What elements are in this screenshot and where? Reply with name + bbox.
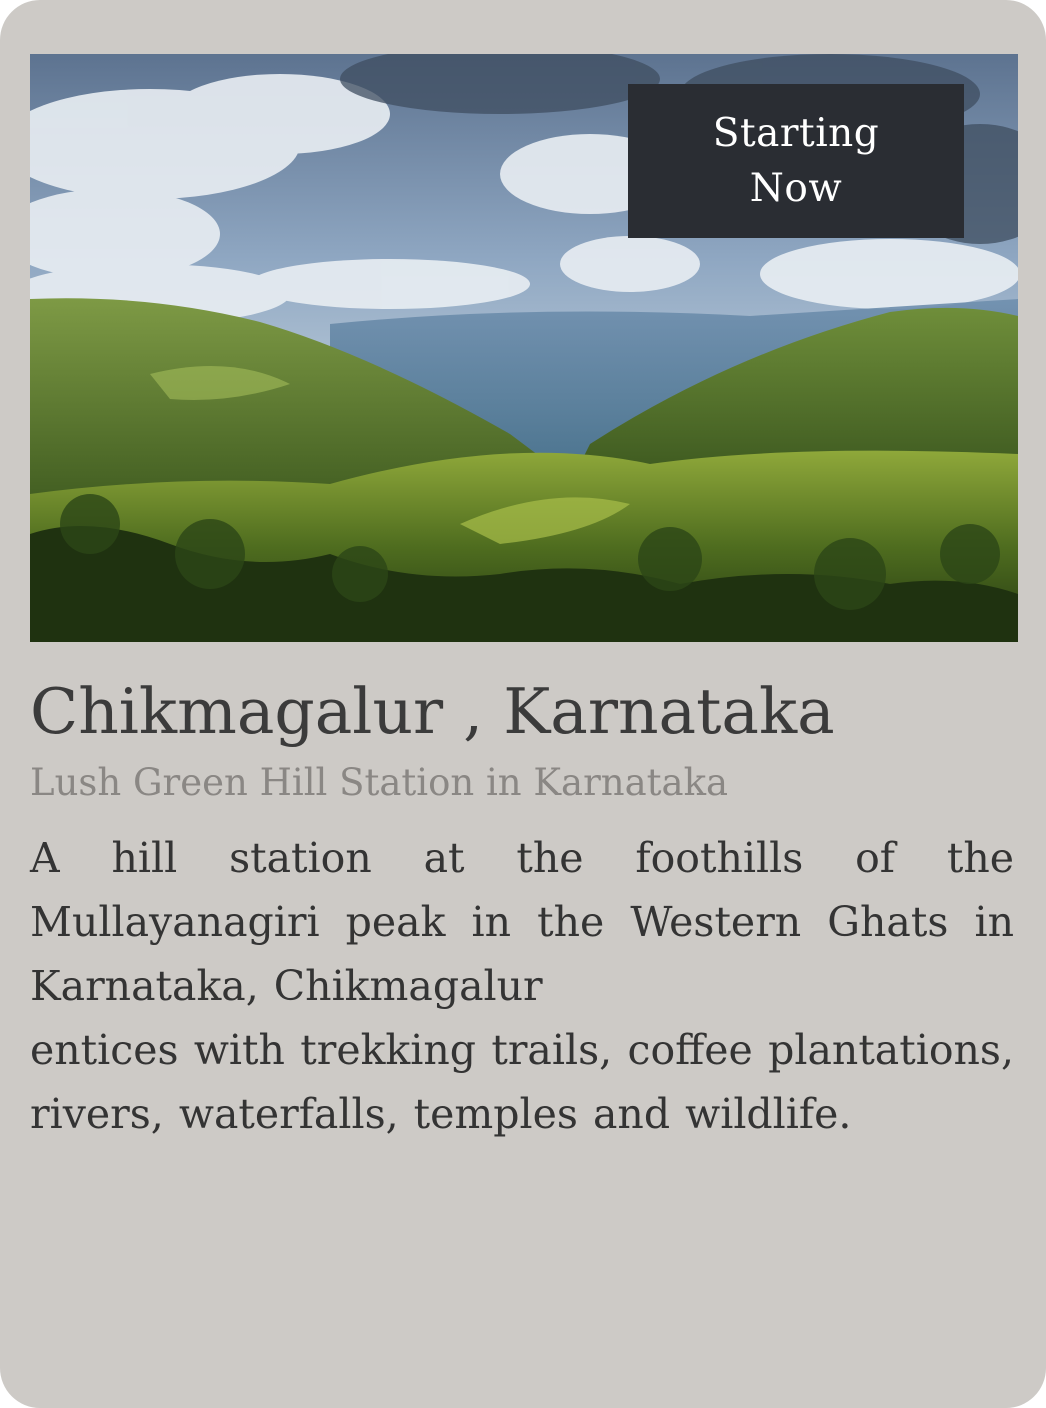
description-line-2: entices with trekking trails, coffee pla…: [30, 1026, 1014, 1138]
starting-now-badge: Starting Now: [628, 84, 964, 238]
destination-title: Chikmagalur , Karnataka: [30, 675, 835, 748]
destination-description: A hill station at the foothills of the M…: [30, 826, 1014, 1146]
destination-subtitle: Lush Green Hill Station in Karnataka: [30, 761, 729, 804]
badge-label: Starting Now: [712, 110, 880, 211]
description-line-1: A hill station at the foothills of the M…: [30, 834, 1014, 1010]
destination-card[interactable]: Starting Now Chikmagalur , Karnataka Lus…: [0, 0, 1046, 1408]
